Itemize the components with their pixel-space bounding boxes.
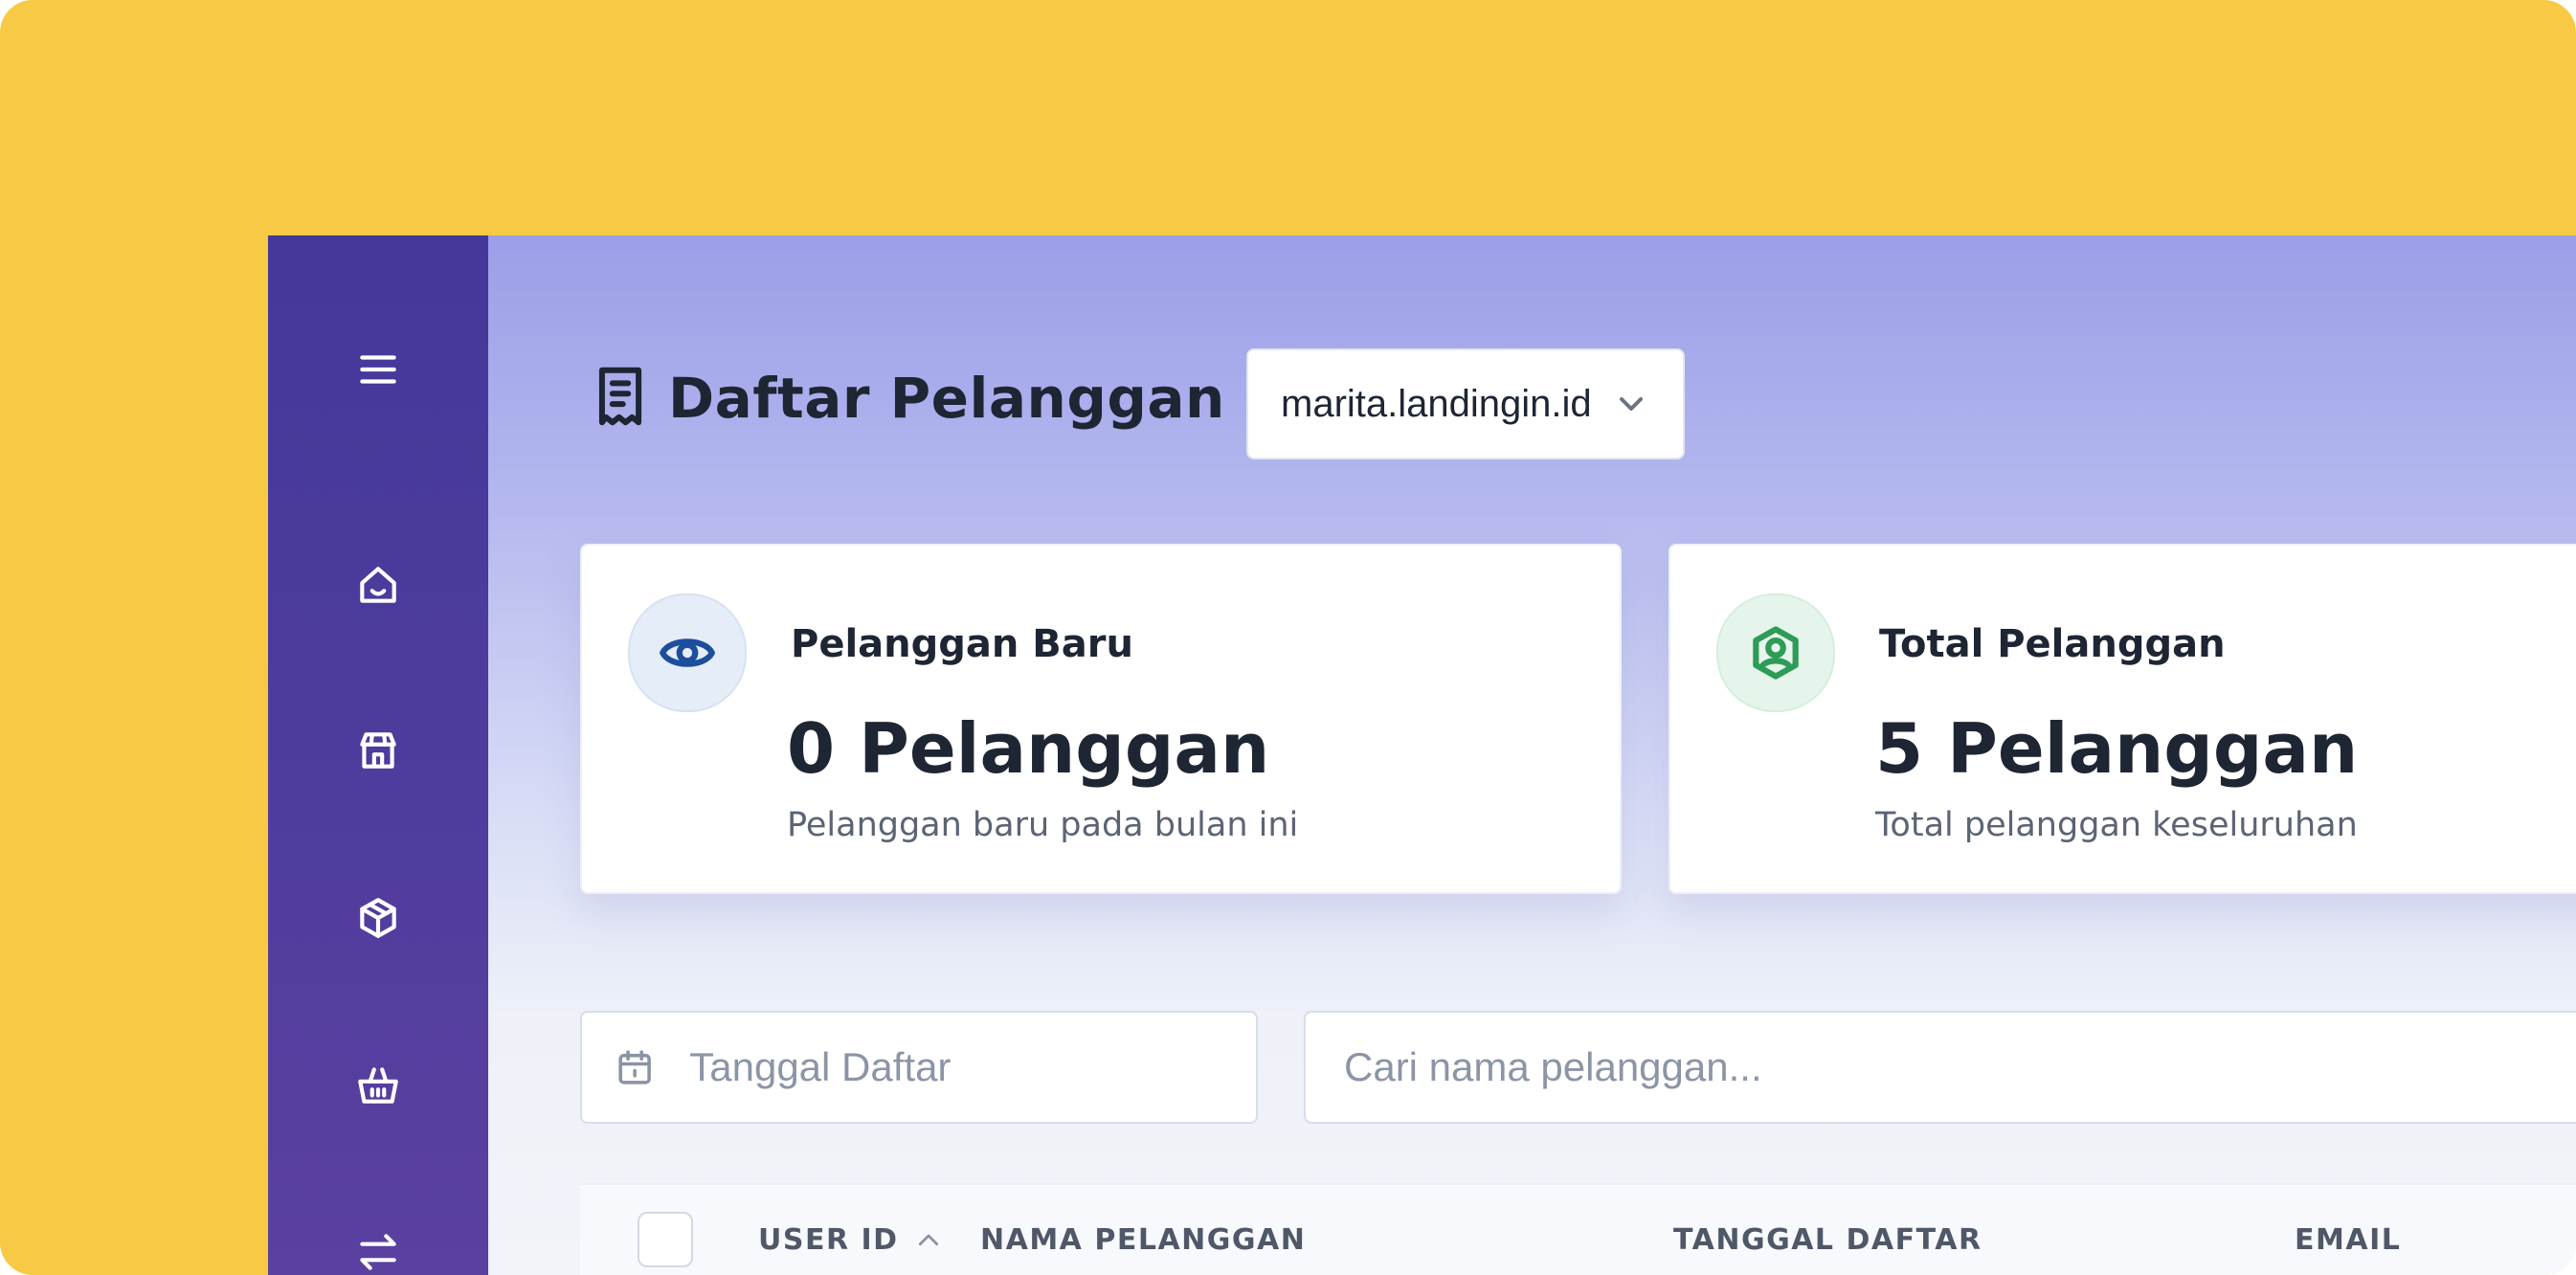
column-header-label: NAMA PELANGGAN [980, 1223, 1307, 1257]
sidebar-item-orders[interactable] [268, 1052, 488, 1119]
chevron-down-icon [1620, 397, 1643, 411]
search-input[interactable] [1342, 1043, 2576, 1091]
column-header-label: EMAIL [2295, 1223, 2402, 1257]
page-header: Daftar Pelanggan [592, 360, 1225, 436]
column-header-label: TANGGAL DAFTAR [1673, 1223, 1982, 1257]
select-all-checkbox[interactable] [638, 1212, 693, 1267]
domain-select[interactable]: marita.landingin.id [1246, 348, 1685, 459]
sidebar-item-transactions[interactable] [268, 1219, 488, 1275]
card-value: 5 Pelanggan [1875, 708, 2359, 789]
sidebar-item-products[interactable] [268, 884, 488, 951]
main-content: Daftar Pelanggan marita.landingin.id Pel… [488, 235, 2576, 1275]
user-shield-icon [1753, 626, 1799, 680]
date-filter[interactable] [580, 1011, 1258, 1124]
column-header-tanggal-daftar[interactable]: TANGGAL DAFTAR [1673, 1223, 1982, 1257]
page-title: Daftar Pelanggan [668, 366, 1225, 431]
card-subtitle: Total pelanggan keseluruhan [1875, 806, 2358, 844]
store-icon [360, 732, 396, 769]
card-subtitle: Pelanggan baru pada bulan ini [787, 806, 1299, 844]
date-filter-input[interactable] [687, 1043, 1256, 1091]
package-icon [360, 898, 396, 938]
app-window: Daftar Pelanggan marita.landingin.id Pel… [268, 235, 2576, 1275]
table-header: USER ID NAMA PELANGGAN TANGGAL DAFTAR EM… [580, 1183, 2576, 1275]
sidebar-item-home[interactable] [268, 551, 488, 618]
domain-select-value: marita.landingin.id [1281, 382, 1592, 425]
eye-icon [660, 638, 715, 667]
column-header-label: USER ID [758, 1223, 899, 1257]
home-icon [360, 567, 396, 603]
background-frame: Daftar Pelanggan marita.landingin.id Pel… [0, 0, 2576, 1275]
transfer-arrows-icon [360, 1234, 396, 1270]
card-label: Total Pelanggan [1879, 622, 2226, 666]
sidebar [268, 235, 488, 1275]
menu-toggle-button[interactable] [268, 336, 488, 403]
total-customers-card: Total Pelanggan 5 Pelanggan Total pelang… [1669, 544, 2576, 894]
hamburger-menu-icon [360, 355, 396, 384]
column-header-email[interactable]: EMAIL [2295, 1223, 2401, 1257]
basket-icon [358, 1067, 398, 1104]
sort-ascending-icon [918, 1234, 938, 1245]
calendar-icon [618, 1050, 651, 1085]
column-header-user-id[interactable]: USER ID [758, 1223, 943, 1257]
new-customers-card: Pelanggan Baru 0 Pelanggan Pelanggan bar… [580, 544, 1622, 894]
card-label: Pelanggan Baru [791, 622, 1133, 666]
card-value: 0 Pelanggan [787, 708, 1270, 789]
customer-search[interactable] [1304, 1011, 2576, 1124]
card-badge [628, 593, 747, 712]
column-header-nama-pelanggan[interactable]: NAMA PELANGGAN [980, 1223, 1306, 1257]
sidebar-item-store[interactable] [268, 717, 488, 784]
card-badge [1716, 593, 1835, 712]
receipt-icon [592, 365, 649, 432]
